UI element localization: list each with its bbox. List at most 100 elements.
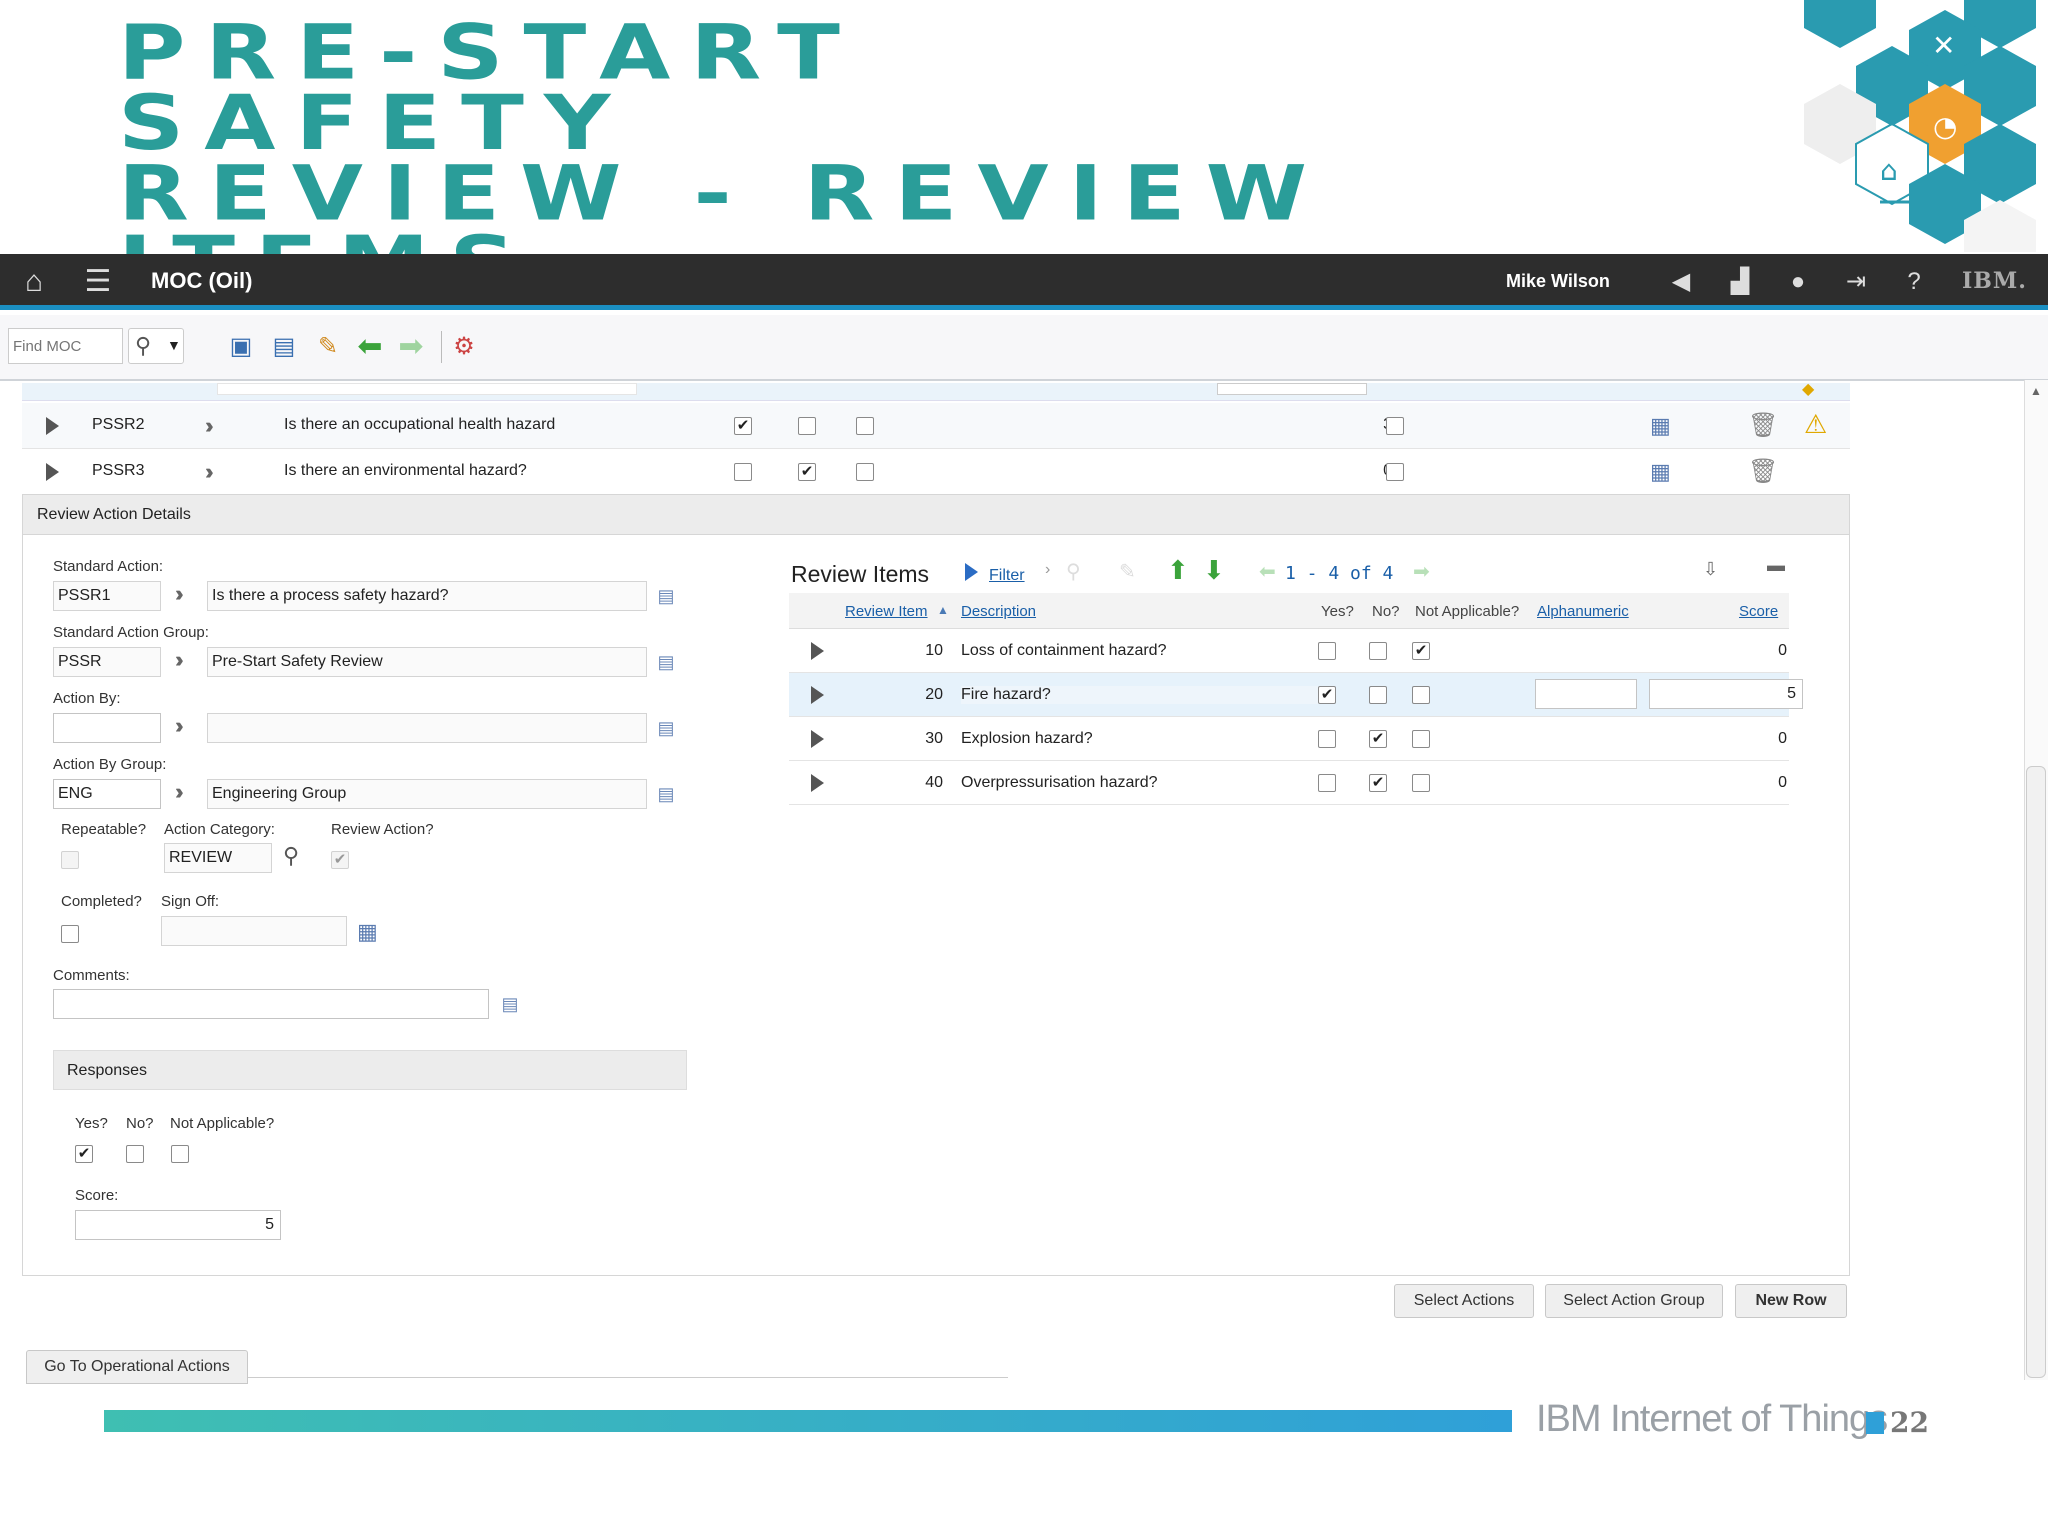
no-checkbox[interactable]: ✔ — [1369, 730, 1387, 748]
save-icon[interactable]: ▤ — [269, 332, 299, 362]
expand-icon[interactable] — [46, 463, 59, 481]
expand-icon[interactable] — [811, 774, 824, 792]
chart-icon[interactable]: ▟ — [1726, 268, 1754, 296]
comments-input[interactable] — [53, 989, 489, 1019]
col-alphanumeric[interactable]: Alphanumeric — [1537, 603, 1629, 620]
completed-checkbox[interactable] — [1386, 417, 1404, 435]
table-row-partial[interactable]: ◆ — [22, 381, 1850, 401]
next-page-icon[interactable]: ➡ — [1413, 559, 1430, 584]
no-checkbox[interactable] — [1369, 642, 1387, 660]
prev-page-icon[interactable]: ⬅ — [1259, 559, 1276, 584]
yes-checkbox[interactable] — [1318, 642, 1336, 660]
workflow-icon[interactable]: ⚙ — [449, 332, 479, 362]
chevron-right-icon[interactable]: ›› — [205, 459, 213, 485]
filter-link[interactable]: Filter — [989, 567, 1025, 585]
expand-icon[interactable] — [811, 642, 824, 660]
completed-checkbox[interactable] — [61, 925, 79, 943]
select-action-group-button[interactable]: Select Action Group — [1545, 1284, 1723, 1318]
alphanumeric-input[interactable] — [1535, 679, 1637, 709]
na-checkbox[interactable] — [856, 417, 874, 435]
no-checkbox[interactable] — [1369, 686, 1387, 704]
action-by-group-code[interactable]: ENG — [53, 779, 161, 809]
expand-icon[interactable] — [46, 417, 59, 435]
yes-checkbox[interactable] — [1318, 774, 1336, 792]
help-icon[interactable]: ? — [1900, 268, 1928, 296]
scroll-up-icon[interactable]: ▲ — [2030, 384, 2042, 398]
new-icon[interactable]: ▣ — [226, 332, 256, 362]
chevron-right-icon[interactable]: › — [1045, 561, 1050, 579]
lookup-icon[interactable]: ▤ — [655, 717, 677, 739]
logout-icon[interactable]: ⇥ — [1842, 268, 1870, 296]
expand-icon[interactable] — [811, 730, 824, 748]
score-input[interactable]: 5 — [75, 1210, 281, 1240]
review-item-row[interactable]: 20 Fire hazard? ✔ 5 — [789, 673, 1803, 717]
signoff-input[interactable] — [161, 916, 347, 946]
review-item-row[interactable]: 10 Loss of containment hazard? ✔ 0 — [789, 629, 1789, 673]
expand-icon[interactable] — [811, 686, 824, 704]
chevron-right-icon[interactable]: ›› — [175, 779, 183, 805]
col-review-item[interactable]: Review Item — [845, 603, 928, 620]
edit-icon[interactable]: ✎ — [1119, 559, 1136, 584]
forward-arrow-icon[interactable]: ➡ — [396, 332, 426, 362]
standard-action-code[interactable]: PSSR1 — [53, 581, 161, 611]
collapse-icon[interactable]: ▬ — [1767, 555, 1785, 576]
home-icon[interactable]: ⌂ — [20, 267, 48, 297]
score-input[interactable]: 5 — [1649, 679, 1803, 709]
filter-icon[interactable] — [965, 563, 978, 581]
trash-icon[interactable]: 🗑 — [1748, 457, 1778, 486]
chevron-right-icon[interactable]: ›› — [205, 413, 213, 439]
yes-checkbox[interactable] — [734, 463, 752, 481]
na-checkbox[interactable] — [1412, 730, 1430, 748]
search-dropdown[interactable]: ⚲ ▼ — [128, 328, 184, 364]
yes-checkbox[interactable] — [1318, 730, 1336, 748]
calendar-icon[interactable]: ▦ — [1650, 459, 1671, 485]
lookup-icon[interactable]: ▤ — [499, 993, 521, 1015]
edit-icon[interactable]: ✎ — [313, 332, 343, 362]
completed-checkbox[interactable] — [1386, 463, 1404, 481]
search-icon[interactable]: ⚲ — [283, 843, 299, 869]
calendar-icon[interactable]: ▦ — [357, 919, 378, 945]
no-checkbox[interactable]: ✔ — [1369, 774, 1387, 792]
up-arrow-icon[interactable]: ⬆ — [1167, 555, 1189, 586]
response-no-checkbox[interactable] — [126, 1145, 144, 1163]
action-by-input[interactable] — [53, 713, 161, 743]
na-checkbox[interactable] — [856, 463, 874, 481]
megaphone-icon[interactable]: ◀ — [1667, 268, 1695, 296]
response-yes-checkbox[interactable]: ✔ — [75, 1145, 93, 1163]
trash-icon[interactable]: 🗑 — [1748, 411, 1778, 440]
menu-icon[interactable]: ☰ — [84, 267, 112, 297]
table-row[interactable]: PSSR3 ›› Is there an environmental hazar… — [22, 449, 1850, 495]
scrollbar-thumb[interactable] — [2026, 766, 2046, 1378]
user-name[interactable]: Mike Wilson — [1506, 271, 1610, 292]
export-icon[interactable]: ⇩ — [1703, 559, 1718, 580]
col-score[interactable]: Score — [1739, 603, 1778, 620]
chevron-right-icon[interactable]: ›› — [175, 713, 183, 739]
review-item-row[interactable]: 40 Overpressurisation hazard? ✔ 0 — [789, 761, 1789, 805]
chevron-right-icon[interactable]: ›› — [175, 647, 183, 673]
table-row[interactable]: PSSR2 ›› Is there an occupational health… — [22, 403, 1850, 449]
calendar-icon[interactable]: ▦ — [1650, 413, 1671, 439]
back-arrow-icon[interactable]: ⬅ — [355, 332, 385, 362]
review-action-checkbox[interactable]: ✔ — [331, 851, 349, 869]
action-category-input[interactable]: REVIEW — [164, 843, 272, 873]
na-checkbox[interactable] — [1412, 774, 1430, 792]
yes-checkbox[interactable]: ✔ — [734, 417, 752, 435]
lookup-icon[interactable]: ▤ — [655, 651, 677, 673]
down-arrow-icon[interactable]: ⬇ — [1203, 555, 1225, 586]
no-checkbox[interactable]: ✔ — [798, 463, 816, 481]
action-group-code[interactable]: PSSR — [53, 647, 161, 677]
yes-checkbox[interactable]: ✔ — [1318, 686, 1336, 704]
lookup-icon[interactable]: ▤ — [655, 783, 677, 805]
sort-icon[interactable]: ▲ — [937, 603, 949, 617]
na-checkbox[interactable] — [1412, 686, 1430, 704]
person-icon[interactable]: ● — [1784, 268, 1812, 296]
find-moc-input[interactable] — [8, 328, 123, 364]
lookup-icon[interactable]: ▤ — [655, 585, 677, 607]
go-operational-actions-tab[interactable]: Go To Operational Actions — [26, 1350, 248, 1384]
na-checkbox[interactable]: ✔ — [1412, 642, 1430, 660]
col-description[interactable]: Description — [961, 603, 1036, 620]
response-na-checkbox[interactable] — [171, 1145, 189, 1163]
select-actions-button[interactable]: Select Actions — [1394, 1284, 1534, 1318]
new-row-button[interactable]: New Row — [1735, 1284, 1847, 1318]
repeatable-checkbox[interactable] — [61, 851, 79, 869]
